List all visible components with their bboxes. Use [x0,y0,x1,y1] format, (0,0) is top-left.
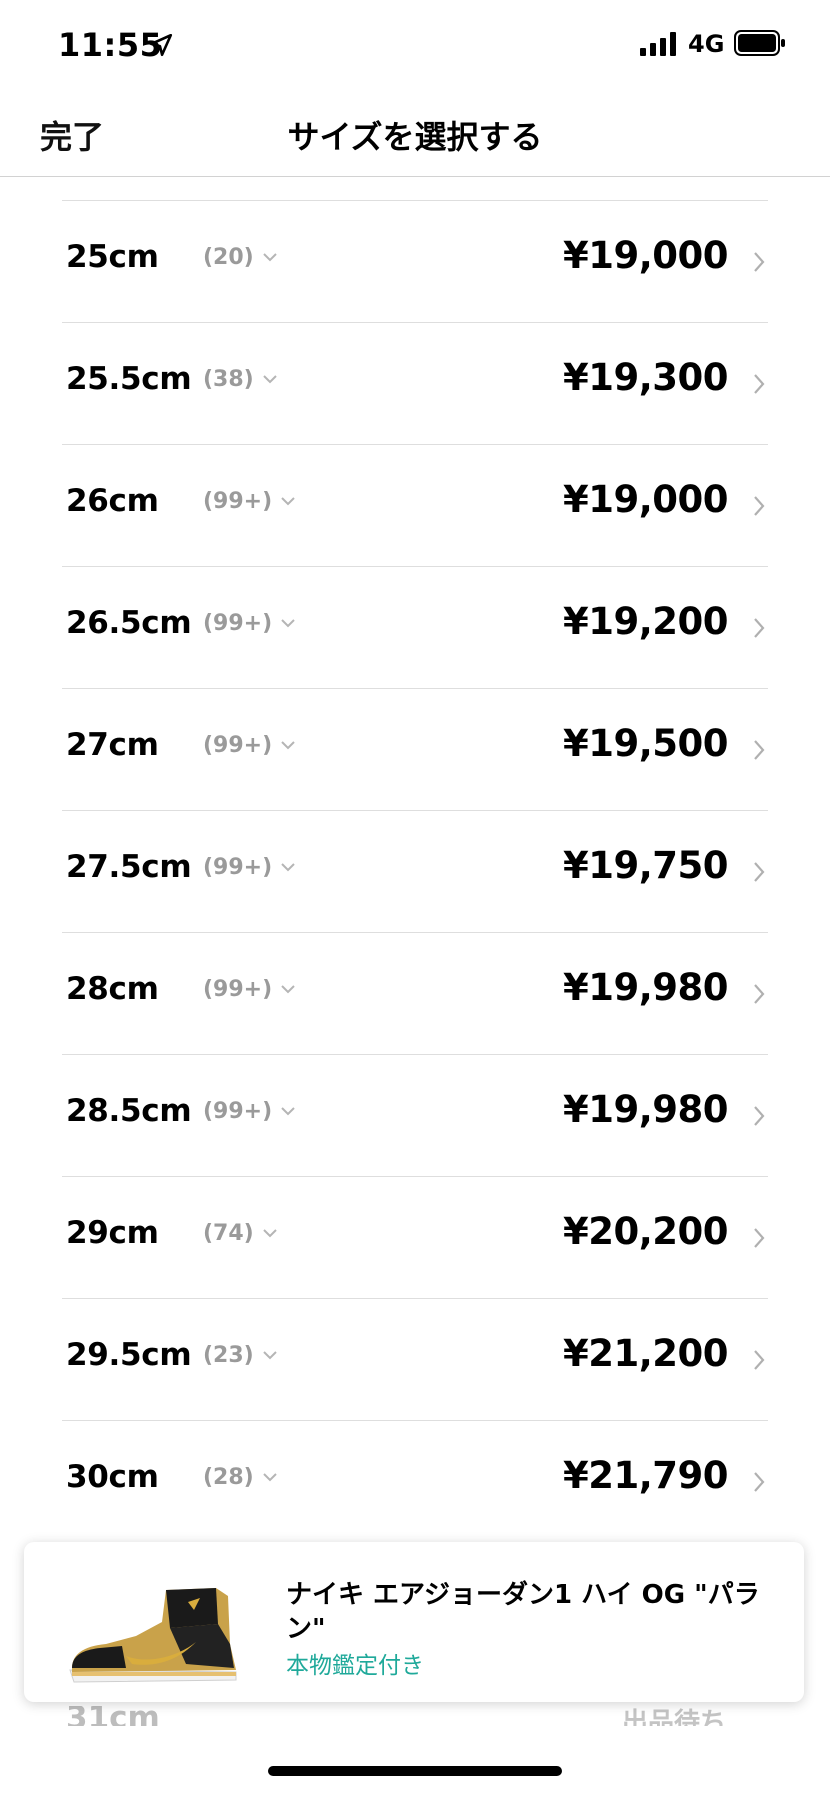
product-card[interactable]: ナイキ エアジョーダン1 ハイ OG "パラン" 本物鑑定付き [24,1542,804,1702]
price: ¥19,200 [562,600,729,643]
nav-bar: 完了 サイズを選択する [0,90,830,177]
size-label: 25.5cm [66,361,192,397]
chevron-down-icon[interactable] [280,861,296,873]
size-label: 26.5cm [66,605,192,641]
price: ¥21,790 [562,1454,729,1497]
chevron-down-icon[interactable] [262,373,278,385]
sneaker-image [69,1588,237,1683]
size-label: 25cm [66,239,159,275]
price: ¥19,500 [562,722,729,765]
listing-count: (99+) [203,733,273,758]
size-list: 25cm (20) ¥19,000 25.5cm (38) ¥19,300 26cm (99+… [62,200,768,1542]
chevron-right-icon [754,862,765,882]
chevron-down-icon[interactable] [280,495,296,507]
chevron-right-icon [754,374,765,394]
size-row[interactable]: 27cm (99+) ¥19,500 [62,688,768,810]
listing-count: (99+) [203,977,273,1002]
network-type: 4G [688,30,725,58]
page-title: サイズを選択する [287,118,543,156]
chevron-down-icon[interactable] [262,251,278,263]
listing-count: (99+) [203,489,273,514]
status-bar: 11:55 4G [0,0,830,90]
cellular-signal-icon [640,32,676,56]
home-indicator [268,1766,562,1776]
size-row[interactable]: 29cm (74) ¥20,200 [62,1176,768,1298]
size-row[interactable]: 27.5cm (99+) ¥19,750 [62,810,768,932]
price: ¥19,750 [562,844,729,887]
size-row-peek: 31cm 出品待ち [66,1706,726,1726]
chevron-right-icon [754,1106,765,1126]
listing-count: (20) [203,245,254,270]
size-label: 27.5cm [66,849,192,885]
size-row[interactable]: 26.5cm (99+) ¥19,200 [62,566,768,688]
size-label: 30cm [66,1459,159,1495]
product-name: ナイキ エアジョーダン1 ハイ OG "パラン" [286,1580,760,1644]
listing-count: (38) [203,367,254,392]
price: ¥19,980 [562,966,729,1009]
size-row[interactable]: 29.5cm (23) ¥21,200 [62,1298,768,1420]
price: ¥19,000 [562,234,729,277]
size-row[interactable]: 25.5cm (38) ¥19,300 [62,322,768,444]
listing-count: (74) [203,1221,254,1246]
size-label: 28cm [66,971,159,1007]
chevron-down-icon[interactable] [262,1227,278,1239]
size-label: 29.5cm [66,1337,192,1373]
listing-status: 出品待ち [621,1708,726,1726]
price: ¥20,200 [562,1210,729,1253]
size-label: 26cm [66,483,159,519]
chevron-down-icon[interactable] [280,1105,296,1117]
chevron-right-icon [754,252,765,272]
chevron-right-icon [754,740,765,760]
size-row[interactable]: 26cm (99+) ¥19,000 [62,444,768,566]
price: ¥19,300 [562,356,729,399]
status-time: 11:55 [58,26,163,64]
size-row[interactable]: 25cm (20) ¥19,000 [62,200,768,322]
size-label: 27cm [66,727,159,763]
chevron-right-icon [754,984,765,1004]
size-row[interactable]: 28.5cm (99+) ¥19,980 [62,1054,768,1176]
listing-count: (28) [203,1465,254,1490]
authenticity-badge: 本物鑑定付き [286,1653,424,1679]
size-row[interactable]: 30cm (28) ¥21,790 [62,1420,768,1542]
price: ¥19,980 [562,1088,729,1131]
size-label: 29cm [66,1215,159,1251]
listing-count: (99+) [203,1099,273,1124]
chevron-right-icon [754,1228,765,1248]
chevron-down-icon[interactable] [280,739,296,751]
chevron-down-icon[interactable] [262,1349,278,1361]
size-label: 31cm [66,1706,160,1726]
battery-icon [734,30,785,56]
size-label: 28.5cm [66,1093,192,1129]
location-arrow-icon [149,33,173,57]
listing-count: (99+) [203,611,273,636]
size-row[interactable]: 28cm (99+) ¥19,980 [62,932,768,1054]
listing-count: (99+) [203,855,273,880]
chevron-down-icon[interactable] [280,983,296,995]
price: ¥21,200 [562,1332,729,1375]
price: ¥19,000 [562,478,729,521]
chevron-down-icon[interactable] [262,1471,278,1483]
listing-count: (23) [203,1343,254,1368]
chevron-right-icon [754,1350,765,1370]
chevron-down-icon[interactable] [280,617,296,629]
chevron-right-icon [754,618,765,638]
chevron-right-icon [754,496,765,516]
chevron-right-icon [754,1472,765,1492]
